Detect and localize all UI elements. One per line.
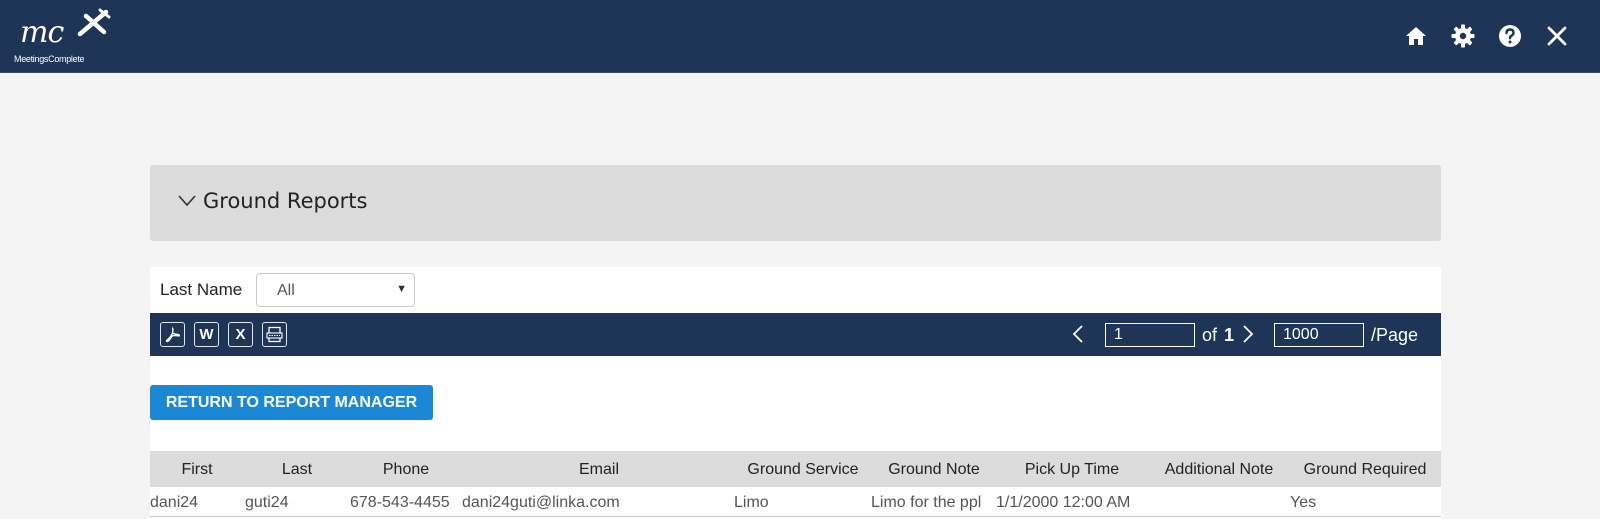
column-header-ground-note[interactable]: Ground Note: [888, 461, 980, 479]
column-header-additional-note[interactable]: Additional Note: [1165, 461, 1274, 479]
page-of-label: of: [1202, 325, 1218, 345]
column-header-ground-service[interactable]: Ground Service: [747, 461, 858, 479]
report-content: Last Name All ▼ W X of 1 /Page RETURN TO…: [150, 267, 1441, 519]
csv-icon: [266, 326, 283, 343]
cell-ground-note: Limo for the ppl: [871, 494, 982, 511]
table-header-row: First Last Phone Email Ground Service Gr…: [150, 451, 1441, 487]
previous-page-icon[interactable]: [1072, 324, 1084, 344]
word-icon: W: [199, 326, 214, 343]
cell-ground-required: Yes: [1290, 494, 1317, 511]
help-icon[interactable]: [1496, 22, 1523, 49]
next-page-icon[interactable]: [1242, 324, 1254, 344]
return-to-report-manager-button[interactable]: RETURN TO REPORT MANAGER: [150, 385, 433, 420]
dropdown-caret-icon: ▼: [396, 283, 407, 295]
filter-selected-value: All: [277, 282, 295, 299]
airplane-icon: [77, 8, 111, 37]
current-page-input[interactable]: [1105, 323, 1195, 347]
home-icon[interactable]: [1402, 22, 1429, 49]
page-size-unit: /Page: [1371, 325, 1419, 345]
cell-last: guti24: [245, 494, 289, 511]
logo-mark: mc: [20, 15, 64, 50]
column-header-pick-up-time[interactable]: Pick Up Time: [1025, 461, 1119, 479]
logo-wordmark: MeetingsComplete: [14, 54, 85, 64]
close-icon[interactable]: [1543, 22, 1570, 49]
excel-export-button[interactable]: X: [228, 322, 253, 347]
column-header-last[interactable]: Last: [282, 461, 312, 479]
cell-email: dani24guti@linka.com: [462, 494, 620, 511]
ground-reports-panel-header[interactable]: Ground Reports: [150, 165, 1441, 241]
pdf-icon: [165, 327, 181, 343]
app-logo[interactable]: mc MeetingsComplete: [14, 8, 114, 68]
column-header-first[interactable]: First: [181, 461, 212, 479]
total-pages: 1: [1224, 325, 1235, 345]
panel-title: Ground Reports: [203, 189, 368, 213]
csv-export-button[interactable]: [262, 322, 287, 347]
column-header-email[interactable]: Email: [579, 461, 619, 479]
last-name-filter-select[interactable]: All ▼: [256, 273, 415, 307]
column-header-phone[interactable]: Phone: [383, 461, 429, 479]
page-size-input[interactable]: [1274, 323, 1364, 347]
cell-phone: 678-543-4455: [350, 494, 450, 511]
table-row[interactable]: dani24 guti24 678-543-4455 dani24guti@li…: [150, 487, 1441, 517]
top-navigation-bar: mc MeetingsComplete: [0, 0, 1600, 73]
word-export-button[interactable]: W: [194, 322, 219, 347]
excel-icon: X: [235, 326, 246, 343]
cell-first: dani24: [150, 494, 199, 511]
top-actions: [1402, 22, 1570, 50]
cell-pick-up-time: 1/1/2000 12:00 AM: [996, 494, 1131, 511]
column-header-ground-required[interactable]: Ground Required: [1304, 461, 1427, 479]
report-toolbar: W X of 1 /Page: [150, 313, 1441, 356]
cell-ground-service: Limo: [734, 494, 769, 511]
chevron-down-icon: [178, 195, 196, 207]
pdf-export-button[interactable]: [160, 322, 185, 347]
last-name-filter-label: Last Name: [160, 280, 243, 299]
gear-icon[interactable]: [1449, 22, 1476, 49]
